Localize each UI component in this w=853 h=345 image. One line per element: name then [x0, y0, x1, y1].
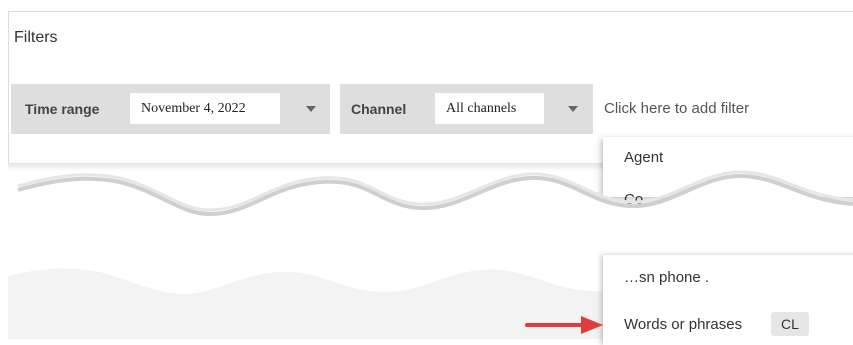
arrow-annotation-icon: [525, 316, 603, 334]
menu-item-words-or-phrases[interactable]: Words or phrases: [624, 316, 742, 333]
shortcut-badge: CL: [771, 312, 809, 336]
menu-item-phone[interactable]: …sn phone .: [624, 269, 709, 286]
